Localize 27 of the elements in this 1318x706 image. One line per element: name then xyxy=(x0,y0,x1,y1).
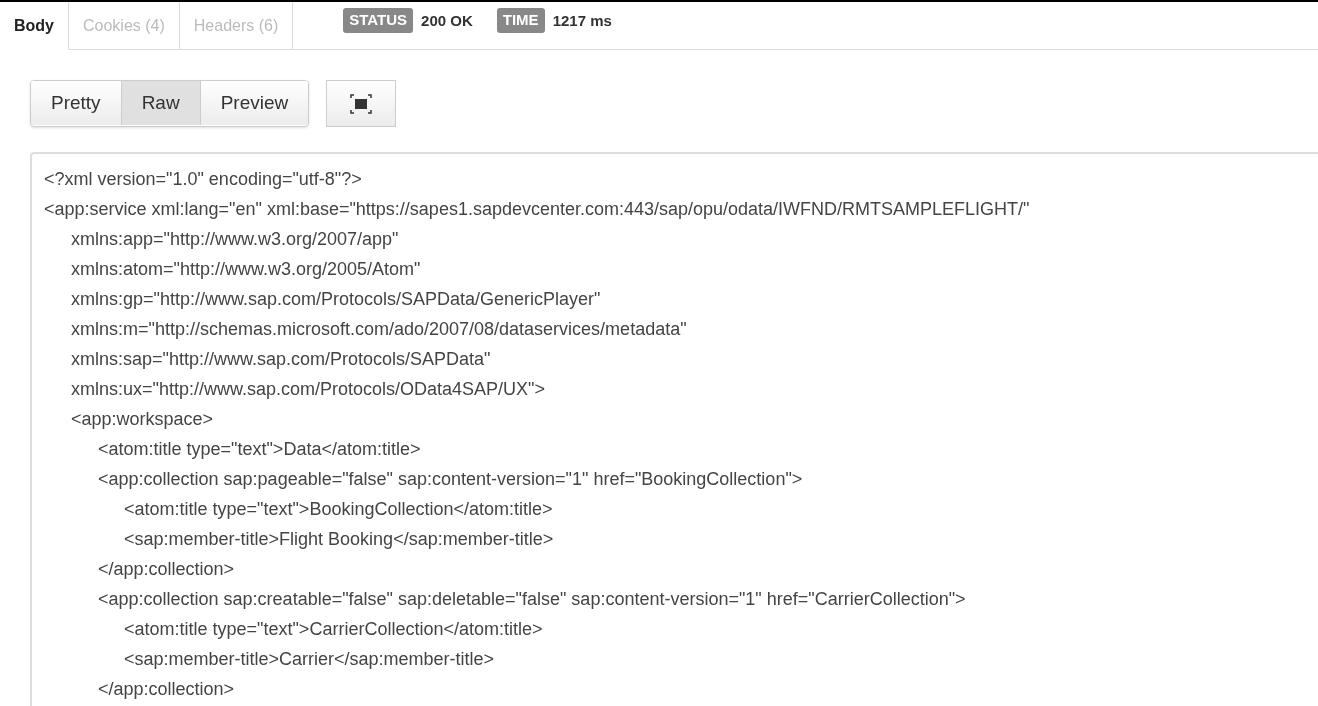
code-line: <app:service xml:lang="en" xml:base="https://sapes1.sapdevcenter.com:443/sap/opu/odata/IWFND/RMTSAMPLEFLIGHT/" xyxy=(44,198,1030,221)
code-line: xmlns:ux="http://www.sap.com/Protocols/OData4SAP/UX"> xyxy=(70,378,545,401)
code-line: <atom:title type="text">CarrierCollection</atom:title> xyxy=(123,618,543,641)
view-mode-button[interactable]: Raw xyxy=(121,81,201,125)
view-mode-button[interactable]: Pretty xyxy=(31,81,122,125)
code-line: <app:collection sap:pageable="false" sap:content-version="1" href="BookingCollection"> xyxy=(97,468,803,491)
time-value: 1217 ms xyxy=(552,11,612,31)
code-line: <atom:title type="text">Data</atom:title> xyxy=(97,438,421,461)
code-line: <?xml version="1.0" encoding="utf-8"?> xyxy=(44,168,362,191)
code-line: xmlns:app="http://www.w3.org/2007/app" xyxy=(70,228,399,251)
code-line: <sap:member-title>Carrier</sap:member-title> xyxy=(123,648,495,671)
status-value: 200 OK xyxy=(421,11,473,31)
code-line: xmlns:gp="http://www.sap.com/Protocols/SAPData/GenericPlayer" xyxy=(70,288,601,311)
fullscreen-button[interactable] xyxy=(326,80,397,127)
code-line: <app:collection sap:creatable="false" sap:deletable="false" sap:content-version="1" href="CarrierCollection"> xyxy=(97,588,966,611)
code-line: <app:workspace> xyxy=(70,408,214,431)
code-line: xmlns:sap="http://www.sap.com/Protocols/SAPData" xyxy=(70,348,491,371)
code-line: xmlns:m="http://schemas.microsoft.com/ado/2007/08/dataservices/metadata" xyxy=(70,318,687,341)
code-line: xmlns:atom="http://www.w3.org/2005/Atom" xyxy=(70,258,421,281)
time-label: TIME xyxy=(496,8,545,33)
fullscreen-icon xyxy=(350,93,373,114)
code-line: </app:collection> xyxy=(97,678,235,701)
code-line: <atom:title type="text">BookingCollection</atom:title> xyxy=(123,498,553,521)
code-line: <sap:member-title>Flight Booking</sap:member-title> xyxy=(123,528,554,551)
code-line: </app:collection> xyxy=(97,558,235,581)
view-mode-button[interactable]: Preview xyxy=(200,81,309,125)
status-label: STATUS xyxy=(343,8,414,33)
